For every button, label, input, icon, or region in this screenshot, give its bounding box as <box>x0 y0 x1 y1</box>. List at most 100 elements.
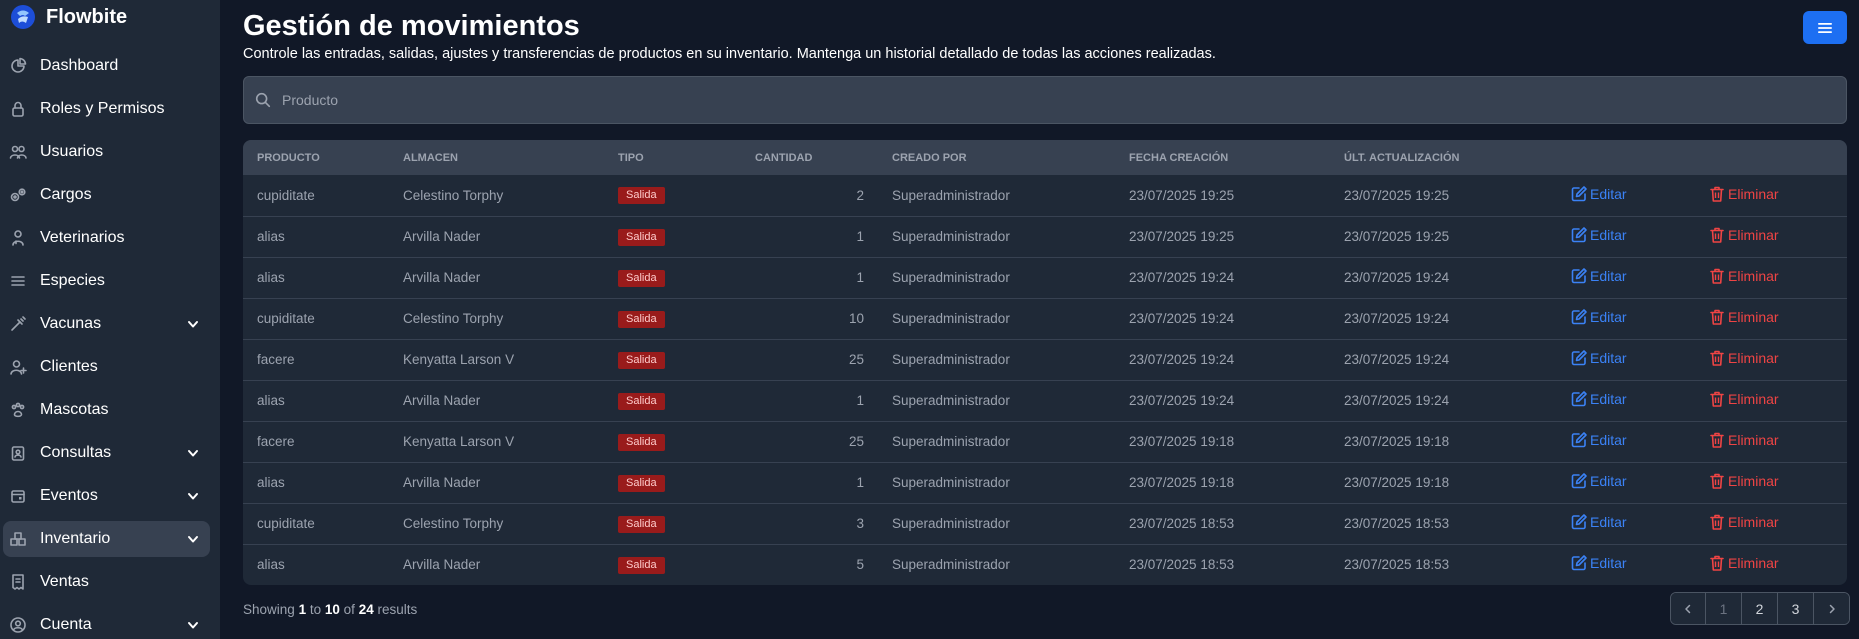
cell-cantidad: 25 <box>848 434 864 449</box>
delete-button[interactable]: Eliminar <box>1708 267 1779 285</box>
cell-creado-por: Superadministrador <box>892 393 1010 408</box>
results-total: 24 <box>358 602 374 617</box>
sidebar-item-dashboard[interactable]: Dashboard <box>3 48 210 84</box>
delete-label: Eliminar <box>1728 473 1779 489</box>
status-badge: Salida <box>618 187 665 205</box>
delete-label: Eliminar <box>1728 391 1779 407</box>
column-header: CANTIDAD <box>755 151 813 164</box>
trash-icon <box>1710 555 1724 572</box>
chevron-left-icon <box>1685 604 1691 613</box>
sidebar-item-cargos[interactable]: Cargos <box>3 177 210 213</box>
cell-delete: Eliminar <box>1694 175 1847 216</box>
sidebar-item-inventario[interactable]: Inventario <box>3 521 210 557</box>
cell-creado-por: Superadministrador <box>892 557 1010 573</box>
brand-name: Flowbite <box>46 5 128 28</box>
edit-button[interactable]: Editar <box>1570 185 1627 203</box>
delete-label: Eliminar <box>1728 309 1779 325</box>
table-row: cupiditate Celestino Torphy Salida 2 Superad… <box>243 175 1847 216</box>
table-row: alias Arvilla Nader Salida 1 Superadministra… <box>243 216 1847 257</box>
sidebar-item-veterinarios[interactable]: Veterinarios <box>3 220 210 256</box>
pagination-page-2[interactable]: 2 <box>1741 593 1777 624</box>
menu-button[interactable] <box>1803 11 1847 44</box>
sidebar-item-label: Inventario <box>40 530 111 547</box>
delete-button[interactable]: Eliminar <box>1708 349 1779 367</box>
cell-almacen: Arvilla Nader <box>403 393 481 408</box>
status-badge: Salida <box>618 310 665 328</box>
pagination-next-button[interactable] <box>1813 593 1849 624</box>
delete-button[interactable]: Eliminar <box>1708 554 1779 572</box>
cell-almacen: Kenyatta Larson V <box>403 434 515 449</box>
brand[interactable]: Flowbite <box>0 0 219 34</box>
cell-edit: Editar <box>1556 175 1694 216</box>
cell-fecha-creacion: 23/07/2025 18:53 <box>1129 516 1235 531</box>
chevron-down-icon[interactable] <box>186 489 200 503</box>
cell-edit: Editar <box>1556 257 1694 298</box>
chevron-down-icon[interactable] <box>186 532 200 546</box>
calendar-icon <box>11 490 25 503</box>
edit-icon <box>1571 185 1587 202</box>
edit-button[interactable]: Editar <box>1570 431 1627 449</box>
search-input[interactable] <box>282 77 1846 123</box>
edit-label: Editar <box>1590 309 1627 325</box>
status-badge: Salida <box>618 228 665 246</box>
edit-button[interactable]: Editar <box>1570 472 1627 490</box>
table-row: cupiditate Celestino Torphy Salida 10 Supera… <box>243 298 1847 339</box>
edit-button[interactable]: Editar <box>1570 513 1627 531</box>
edit-icon <box>1571 268 1587 284</box>
delete-button[interactable]: Eliminar <box>1708 472 1779 490</box>
cell-fecha-creacion: 23/07/2025 19:24 <box>1129 311 1235 326</box>
sidebar-item-eventos[interactable]: Eventos <box>3 478 210 514</box>
delete-button[interactable]: Eliminar <box>1708 226 1779 244</box>
delete-button[interactable]: Eliminar <box>1708 431 1779 449</box>
delete-button[interactable]: Eliminar <box>1708 390 1779 408</box>
cell-ult-actualizacion: 23/07/2025 19:24 <box>1344 352 1450 367</box>
sidebar-item-clientes[interactable]: Clientes <box>3 349 210 385</box>
table-row: alias Arvilla Nader Salida 1 Superadministra… <box>243 257 1847 298</box>
edit-button[interactable]: Editar <box>1570 226 1627 244</box>
cell-tipo: Salida <box>604 380 741 421</box>
edit-icon <box>1571 350 1587 366</box>
edit-icon <box>1571 473 1587 489</box>
pagination-prev-button[interactable] <box>1671 593 1705 624</box>
sidebar-item-ventas[interactable]: Ventas <box>3 564 210 600</box>
edit-button[interactable]: Editar <box>1570 267 1627 285</box>
table-body: cupiditate Celestino Torphy Salida 2 Superad… <box>243 175 1847 585</box>
delete-button[interactable]: Eliminar <box>1708 185 1779 203</box>
chevron-down-icon[interactable] <box>186 317 200 331</box>
sidebar-item-consultas[interactable]: Consultas <box>3 435 210 471</box>
cell-ult-actualizacion: 23/07/2025 19:25 <box>1344 187 1450 203</box>
chevron-down-icon[interactable] <box>186 618 200 632</box>
warehouse-icon <box>10 532 26 546</box>
doctor-icon <box>12 230 24 246</box>
pagination-page-1[interactable]: 1 <box>1705 593 1741 624</box>
edit-label: Editar <box>1590 514 1627 530</box>
lock-icon <box>12 101 24 117</box>
delete-button[interactable]: Eliminar <box>1708 513 1779 531</box>
sidebar-item-label: Usuarios <box>40 143 104 160</box>
trash-icon <box>1710 350 1724 366</box>
sidebar-item-mascotas[interactable]: Mascotas <box>3 392 210 428</box>
chevron-down-icon[interactable] <box>186 446 200 460</box>
edit-button[interactable]: Editar <box>1570 308 1627 326</box>
cell-creado-por: Superadministrador <box>892 187 1010 203</box>
edit-button[interactable]: Editar <box>1570 554 1627 572</box>
column-header: CREADO POR <box>892 151 967 164</box>
sidebar-item-cuenta[interactable]: Cuenta <box>3 607 210 639</box>
delete-label: Eliminar <box>1728 185 1779 202</box>
table-header-row: PRODUCTO ALMACEN TIPO CANTIDAD CREADO POR FEC… <box>243 140 1847 175</box>
sidebar-item-vacunas[interactable]: Vacunas <box>3 306 210 342</box>
sidebar-item-label: Veterinarios <box>40 229 125 246</box>
edit-button[interactable]: Editar <box>1570 349 1627 367</box>
sidebar-item-roles-y-permisos[interactable]: Roles y Permisos <box>3 91 210 127</box>
edit-button[interactable]: Editar <box>1570 390 1627 408</box>
cell-edit: Editar <box>1556 503 1694 544</box>
delete-button[interactable]: Eliminar <box>1708 308 1779 326</box>
sidebar-item-especies[interactable]: Especies <box>3 263 210 299</box>
sidebar-item-label: Mascotas <box>40 401 109 418</box>
cell-cantidad: 1 <box>856 393 864 408</box>
delete-label: Eliminar <box>1728 350 1779 366</box>
pagination-page-3[interactable]: 3 <box>1777 593 1813 624</box>
sidebar-item-usuarios[interactable]: Usuarios <box>3 134 210 170</box>
cell-ult-actualizacion: 23/07/2025 18:53 <box>1344 557 1450 573</box>
cell-delete: Eliminar <box>1694 544 1847 585</box>
